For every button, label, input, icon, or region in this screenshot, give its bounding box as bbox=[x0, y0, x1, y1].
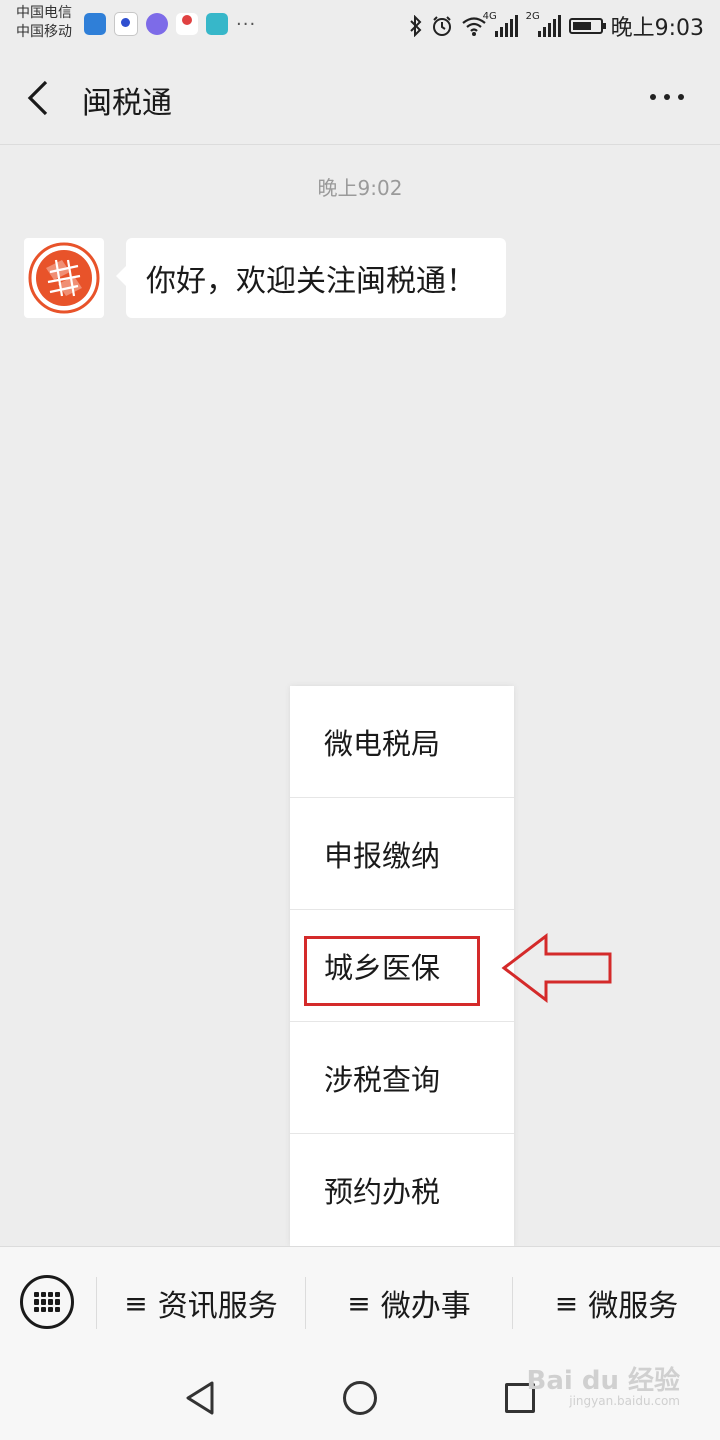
dot-icon bbox=[664, 94, 670, 100]
carrier-1: 中国电信 bbox=[16, 5, 72, 21]
watermark-text: Bai du 经验 bbox=[526, 1366, 681, 1396]
network-tag-4g: 4G bbox=[482, 11, 497, 22]
status-bar: 中国电信 中国移动 ··· 4G 2G 晚上9:03 bbox=[0, 0, 720, 52]
network-tag-2g: 2G bbox=[525, 11, 540, 22]
map-pin-app-icon bbox=[176, 13, 198, 35]
tab-label: 微办事 bbox=[380, 1289, 471, 1324]
shield-app-icon bbox=[84, 13, 106, 35]
tab-label: 资讯服务 bbox=[157, 1289, 278, 1324]
tab-wei-ban-shi[interactable]: ≡ 微办事 bbox=[306, 1247, 512, 1359]
chevron-left-icon bbox=[27, 80, 48, 116]
book-app-icon bbox=[206, 13, 228, 35]
keyboard-toggle-button[interactable] bbox=[20, 1275, 74, 1329]
signal-2g-icon: 2G bbox=[526, 11, 561, 37]
minshuitong-logo-icon bbox=[28, 242, 100, 314]
carrier-labels: 中国电信 中国移动 bbox=[16, 4, 72, 42]
system-navigation-bar: Bai du 经验 jingyan.baidu.com bbox=[0, 1358, 720, 1440]
notification-icons: ··· bbox=[84, 12, 256, 36]
carrier-2: 中国移动 bbox=[16, 24, 72, 40]
submenu-item-yu-yue-ban-shui[interactable]: 预约办税 bbox=[290, 1134, 514, 1246]
tab-zi-xun-fu-wu[interactable]: ≡ 资讯服务 bbox=[97, 1247, 305, 1359]
message-timestamp: 晚上9:02 bbox=[317, 176, 403, 200]
annotation-arrow-icon bbox=[501, 932, 612, 1004]
keyboard-icon bbox=[34, 1292, 60, 1312]
status-right: 4G 2G 晚上9:03 bbox=[409, 10, 704, 42]
page-title: 闽税通 bbox=[82, 86, 172, 121]
more-notifications-icon: ··· bbox=[236, 13, 257, 35]
back-button[interactable] bbox=[18, 74, 62, 122]
baidu-jingyan-watermark: Bai du 经验 jingyan.baidu.com bbox=[527, 1368, 681, 1408]
annotation-highlight-box bbox=[304, 936, 480, 1006]
tab-label: 微服务 bbox=[588, 1289, 679, 1324]
bottom-menu-bar: ≡ 资讯服务 ≡ 微办事 ≡ 微服务 bbox=[0, 1246, 720, 1359]
menu-lines-icon: ≡ bbox=[347, 1286, 371, 1320]
submenu-item-she-shui-cha-xun[interactable]: 涉税查询 bbox=[290, 1022, 514, 1134]
tab-wei-fu-wu[interactable]: ≡ 微服务 bbox=[513, 1247, 720, 1359]
submenu-item-wei-dian-shui-ju[interactable]: 微电税局 bbox=[290, 686, 514, 798]
bluetooth-icon bbox=[409, 15, 422, 37]
menu-lines-icon: ≡ bbox=[124, 1286, 148, 1320]
more-options-button[interactable] bbox=[642, 82, 692, 112]
dot-icon bbox=[678, 94, 684, 100]
signal-4g-icon: 4G bbox=[483, 11, 518, 37]
dot-icon bbox=[650, 94, 656, 100]
alarm-icon bbox=[432, 16, 451, 36]
baidu-app-icon bbox=[114, 12, 138, 36]
menu-lines-icon: ≡ bbox=[554, 1286, 579, 1320]
battery-icon bbox=[568, 18, 606, 34]
watermark-url: jingyan.baidu.com bbox=[569, 1394, 680, 1408]
nav-home-circle-icon[interactable] bbox=[343, 1381, 377, 1415]
submenu-item-shen-bao-jiao-na[interactable]: 申报缴纳 bbox=[290, 798, 514, 910]
message-bubble: 你好，欢迎关注闽税通！ bbox=[116, 238, 506, 318]
status-time: 晚上9:03 bbox=[610, 16, 704, 41]
music-app-icon bbox=[146, 13, 168, 35]
nav-back-triangle-icon[interactable] bbox=[184, 1380, 216, 1416]
account-avatar[interactable] bbox=[24, 238, 104, 318]
title-bar: 闽税通 bbox=[0, 52, 720, 145]
